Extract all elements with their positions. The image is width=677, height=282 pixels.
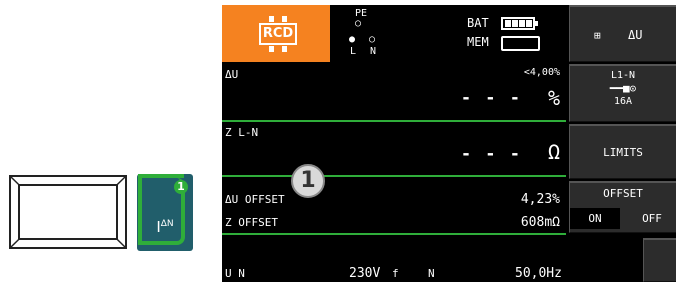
battery-icon bbox=[501, 17, 535, 30]
idn-badge: 1 bbox=[174, 180, 188, 194]
ln-current: 16A bbox=[613, 96, 633, 107]
du-offset-label: ΔU OFFSET bbox=[225, 193, 285, 206]
battery-nub bbox=[535, 21, 538, 26]
du-unit: % bbox=[547, 86, 560, 110]
limits-softkey[interactable]: LIMITS bbox=[569, 124, 676, 179]
ln-softkey[interactable]: L1-N ━━■⊙ 16A bbox=[569, 64, 676, 122]
idn-label: IΔN bbox=[156, 218, 174, 236]
un-value: 230V bbox=[349, 266, 381, 281]
f-value: 50,0Hz bbox=[515, 266, 562, 281]
header-bar: RCD PE ○ ● L ○ N BAT MEM bbox=[222, 5, 566, 62]
z-offset-label: Z OFFSET bbox=[225, 216, 278, 229]
du-label: ΔU bbox=[225, 68, 239, 81]
instrument-display: RCD PE ○ ● L ○ N BAT MEM ΔU <4,00% - - - … bbox=[222, 5, 676, 282]
idn-start-button[interactable]: 1 IΔN bbox=[137, 174, 193, 251]
n-label: N bbox=[428, 267, 435, 280]
callout-marker: 1 bbox=[291, 164, 325, 198]
f-label: f bbox=[392, 267, 399, 280]
rcd-mode-indicator: RCD bbox=[222, 5, 330, 62]
un-label: U N bbox=[225, 267, 245, 280]
zln-unit: Ω bbox=[547, 140, 560, 164]
zln-value: - - - bbox=[460, 144, 522, 164]
offset-off-toggle[interactable]: OFF bbox=[628, 208, 676, 229]
plug-icon: ⊞ bbox=[594, 29, 601, 42]
du-value: - - - bbox=[460, 88, 522, 108]
offset-label: OFFSET bbox=[603, 187, 643, 200]
offset-softkey[interactable]: OFFSET ON OFF bbox=[569, 181, 676, 233]
offset-area: ΔU OFFSET 4,23% Z OFFSET 608mΩ bbox=[222, 177, 566, 237]
mem-label: MEM bbox=[467, 35, 489, 49]
blank-key-button[interactable] bbox=[9, 175, 127, 249]
du-softkey-label: ΔU bbox=[628, 28, 643, 42]
blank-softkey[interactable] bbox=[643, 238, 676, 282]
key-bevel-lines bbox=[11, 177, 125, 247]
zln-label: Z L-N bbox=[225, 126, 259, 139]
measurement-area: ΔU <4,00% - - - % Z L-N - - - Ω ΔU OFFSE… bbox=[222, 62, 566, 237]
ln-label: L1-N bbox=[610, 70, 636, 81]
rcd-tick bbox=[269, 46, 274, 52]
rcd-tick bbox=[269, 16, 274, 22]
row-du: ΔU <4,00% - - - % bbox=[222, 62, 566, 122]
rcd-tick bbox=[282, 46, 287, 52]
limits-label: LIMITS bbox=[603, 146, 643, 159]
z-offset-value: 608mΩ bbox=[520, 215, 560, 230]
bat-label: BAT bbox=[467, 16, 489, 30]
du-softkey[interactable]: ⊞ ΔU bbox=[569, 5, 676, 62]
offset-on-toggle[interactable]: ON bbox=[570, 208, 620, 229]
rcd-tick bbox=[282, 16, 287, 22]
du-limit: <4,00% bbox=[523, 67, 560, 78]
rcd-label: RCD bbox=[259, 23, 297, 45]
offset-divider bbox=[222, 233, 566, 235]
memory-icon bbox=[501, 36, 540, 51]
row-zln: Z L-N - - - Ω bbox=[222, 122, 566, 177]
du-offset-value: 4,23% bbox=[520, 192, 560, 207]
pe-indicator: PE ○ bbox=[355, 8, 368, 29]
probe-icon: ━━■⊙ bbox=[609, 82, 637, 95]
